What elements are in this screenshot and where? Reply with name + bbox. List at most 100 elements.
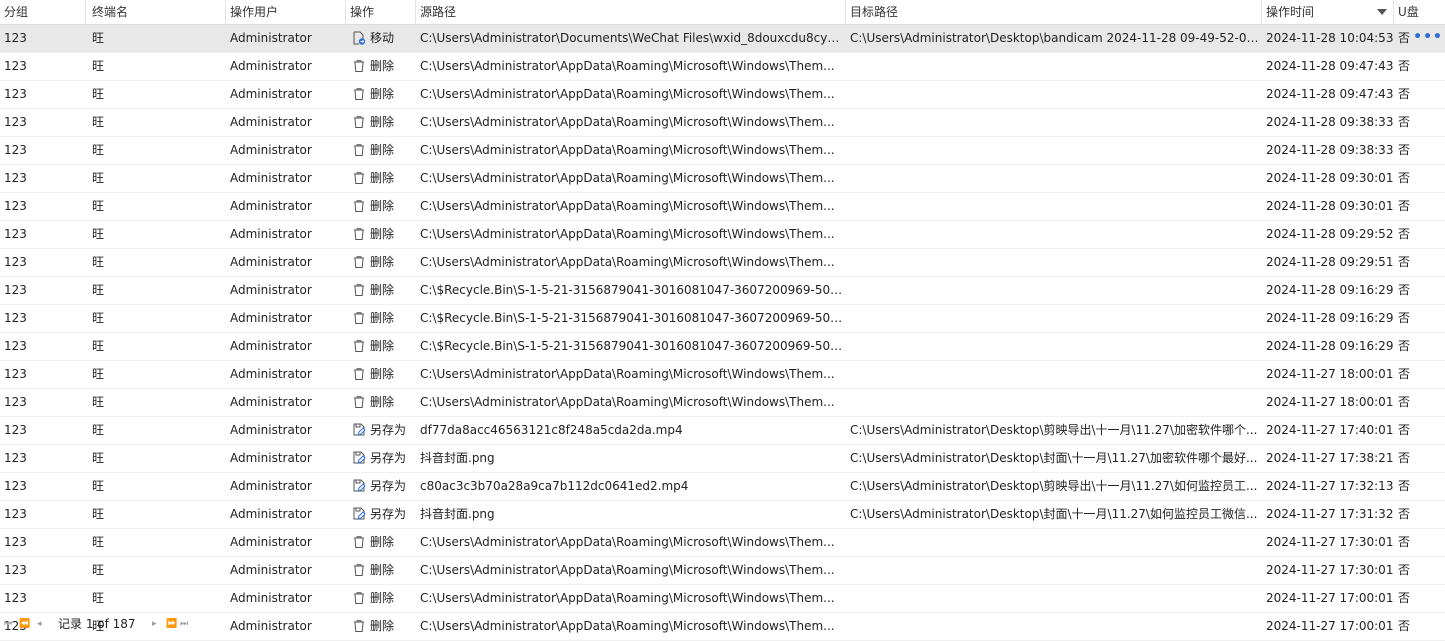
terminal-cell: 旺 xyxy=(92,227,105,241)
group-cell: 123 xyxy=(4,591,27,605)
operation-label: 删除 xyxy=(370,171,395,185)
table-row[interactable]: 123 旺 Administrator 删除 C:\Users\Administrato… xyxy=(0,193,1445,221)
prev-page-block-icon[interactable]: ⏪ xyxy=(19,616,30,633)
next-page-icon[interactable]: ▸ xyxy=(152,616,157,633)
trash-icon xyxy=(352,395,366,409)
column-header-source-path[interactable]: 源路径 xyxy=(416,0,846,24)
pager: ⏮ ⏪ ◂ 记录 1 of 187 ▸ ⏩ ⏭ xyxy=(0,616,1445,633)
operation-cell: 删除 xyxy=(346,389,416,416)
operation-cell: 另存为 xyxy=(346,501,416,528)
column-header-terminal[interactable]: 终端名 xyxy=(86,0,226,24)
trash-icon xyxy=(352,143,366,157)
operation-cell: 另存为 xyxy=(346,445,416,472)
operation-label: 删除 xyxy=(370,227,395,241)
usb-cell: 否 xyxy=(1398,171,1411,185)
table-row[interactable]: 123 旺 Administrator 删除 C:\Users\Administrato… xyxy=(0,249,1445,277)
user-cell: Administrator xyxy=(230,87,312,101)
source-path-cell: C:\Users\Administrator\AppData\Roaming\M… xyxy=(420,227,835,241)
grid-header: 分组 终端名 操作用户 操作 源路径 目标路径 操作时间 U盘 xyxy=(0,0,1445,25)
save-as-icon xyxy=(352,451,366,465)
last-page-icon[interactable]: ⏭ xyxy=(180,616,188,633)
operation-cell: 删除 xyxy=(346,53,416,80)
usb-cell: 否 xyxy=(1398,423,1411,437)
user-cell: Administrator xyxy=(230,395,312,409)
table-row[interactable]: 123 旺 Administrator 删除 C:\Users\Administrato… xyxy=(0,585,1445,613)
op-time-cell: 2024-11-27 17:30:01 xyxy=(1266,535,1394,549)
column-header-user[interactable]: 操作用户 xyxy=(226,0,346,24)
operation-cell: 删除 xyxy=(346,333,416,360)
op-time-cell: 2024-11-28 09:16:29 xyxy=(1266,339,1394,353)
source-path-cell: C:\Users\Administrator\AppData\Roaming\M… xyxy=(420,171,835,185)
operation-label: 删除 xyxy=(370,591,395,605)
terminal-cell: 旺 xyxy=(92,563,105,577)
column-header-operation[interactable]: 操作 xyxy=(346,0,416,24)
table-row[interactable]: 123 旺 Administrator 删除 C:\Users\Administrato… xyxy=(0,81,1445,109)
next-page-block-icon[interactable]: ⏩ xyxy=(166,616,177,633)
save-as-icon xyxy=(352,507,366,521)
table-row[interactable]: 123 旺 Administrator 移动 C:\Users\Administrato… xyxy=(0,25,1445,53)
table-row[interactable]: 123 旺 Administrator 删除 C:\$Recycle.Bin\S-1-5… xyxy=(0,333,1445,361)
source-path-cell: C:\Users\Administrator\AppData\Roaming\M… xyxy=(420,199,835,213)
user-cell: Administrator xyxy=(230,451,312,465)
op-time-cell: 2024-11-28 09:16:29 xyxy=(1266,311,1394,325)
column-header-group[interactable]: 分组 xyxy=(0,0,86,24)
source-path-cell: C:\Users\Administrator\AppData\Roaming\M… xyxy=(420,563,835,577)
operation-cell: 另存为 xyxy=(346,473,416,500)
trash-icon xyxy=(352,227,366,241)
target-path-cell: C:\Users\Administrator\Desktop\封面\十一月\11… xyxy=(850,507,1258,521)
column-header-op-time[interactable]: 操作时间 xyxy=(1262,0,1394,24)
operation-label: 删除 xyxy=(370,339,395,353)
source-path-cell: c80ac3c3b70a28a9ca7b112dc0641ed2.mp4 xyxy=(420,479,689,493)
group-cell: 123 xyxy=(4,339,27,353)
operation-cell: 删除 xyxy=(346,361,416,388)
usb-cell: 否 xyxy=(1398,535,1411,549)
trash-icon xyxy=(352,367,366,381)
user-cell: Administrator xyxy=(230,59,312,73)
usb-cell: 否 xyxy=(1398,87,1411,101)
terminal-cell: 旺 xyxy=(92,115,105,129)
sort-desc-icon[interactable] xyxy=(1377,9,1387,15)
source-path-cell: C:\Users\Administrator\AppData\Roaming\M… xyxy=(420,367,835,381)
source-path-cell: C:\Users\Administrator\AppData\Roaming\M… xyxy=(420,255,835,269)
file-move-icon xyxy=(352,31,366,45)
table-row[interactable]: 123 旺 Administrator 另存为 抖音封面.png C:\Users\Adm… xyxy=(0,501,1445,529)
usb-cell: 否 xyxy=(1398,311,1411,325)
table-row[interactable]: 123 旺 Administrator 另存为 df77da8acc46563121c8… xyxy=(0,417,1445,445)
target-path-cell: C:\Users\Administrator\Desktop\封面\十一月\11… xyxy=(850,451,1258,465)
user-cell: Administrator xyxy=(230,479,312,493)
table-row[interactable]: 123 旺 Administrator 删除 C:\Users\Administrato… xyxy=(0,109,1445,137)
user-cell: Administrator xyxy=(230,227,312,241)
trash-icon xyxy=(352,283,366,297)
usb-cell: 否 xyxy=(1398,591,1411,605)
table-row[interactable]: 123 旺 Administrator 删除 C:\Users\Administrato… xyxy=(0,389,1445,417)
group-cell: 123 xyxy=(4,311,27,325)
more-dots-icon[interactable]: ••• xyxy=(1413,25,1443,52)
table-row[interactable]: 123 旺 Administrator 删除 C:\Users\Administrato… xyxy=(0,529,1445,557)
table-row[interactable]: 123 旺 Administrator 删除 C:\Users\Administrato… xyxy=(0,221,1445,249)
operation-cell: 删除 xyxy=(346,81,416,108)
column-header-usb[interactable]: U盘 xyxy=(1394,0,1445,24)
group-cell: 123 xyxy=(4,367,27,381)
table-row[interactable]: 123 旺 Administrator 删除 C:\Users\Administrato… xyxy=(0,557,1445,585)
user-cell: Administrator xyxy=(230,31,312,45)
op-time-cell: 2024-11-27 17:30:01 xyxy=(1266,563,1394,577)
first-page-icon[interactable]: ⏮ xyxy=(4,616,12,633)
table-row[interactable]: 123 旺 Administrator 另存为 c80ac3c3b70a28a9ca7b… xyxy=(0,473,1445,501)
table-row[interactable]: 123 旺 Administrator 删除 C:\Users\Administrato… xyxy=(0,137,1445,165)
group-cell: 123 xyxy=(4,451,27,465)
table-row[interactable]: 123 旺 Administrator 删除 C:\$Recycle.Bin\S-1-5… xyxy=(0,305,1445,333)
target-path-cell xyxy=(846,305,1262,332)
target-path-cell xyxy=(846,529,1262,556)
prev-page-icon[interactable]: ◂ xyxy=(37,616,42,633)
table-row[interactable]: 123 旺 Administrator 删除 C:\Users\Administrato… xyxy=(0,165,1445,193)
op-time-cell: 2024-11-27 18:00:01 xyxy=(1266,367,1394,381)
table-row[interactable]: 123 旺 Administrator 删除 C:\$Recycle.Bin\S-1-5… xyxy=(0,277,1445,305)
table-row[interactable]: 123 旺 Administrator 删除 C:\Users\Administrato… xyxy=(0,361,1445,389)
user-cell: Administrator xyxy=(230,367,312,381)
target-path-cell xyxy=(846,53,1262,80)
column-header-target-path[interactable]: 目标路径 xyxy=(846,0,1262,24)
table-row[interactable]: 123 旺 Administrator 删除 C:\Users\Administrato… xyxy=(0,53,1445,81)
source-path-cell: C:\Users\Administrator\AppData\Roaming\M… xyxy=(420,395,835,409)
table-row[interactable]: 123 旺 Administrator 另存为 抖音封面.png C:\Users\Adm… xyxy=(0,445,1445,473)
source-path-cell: df77da8acc46563121c8f248a5cda2da.mp4 xyxy=(420,423,683,437)
